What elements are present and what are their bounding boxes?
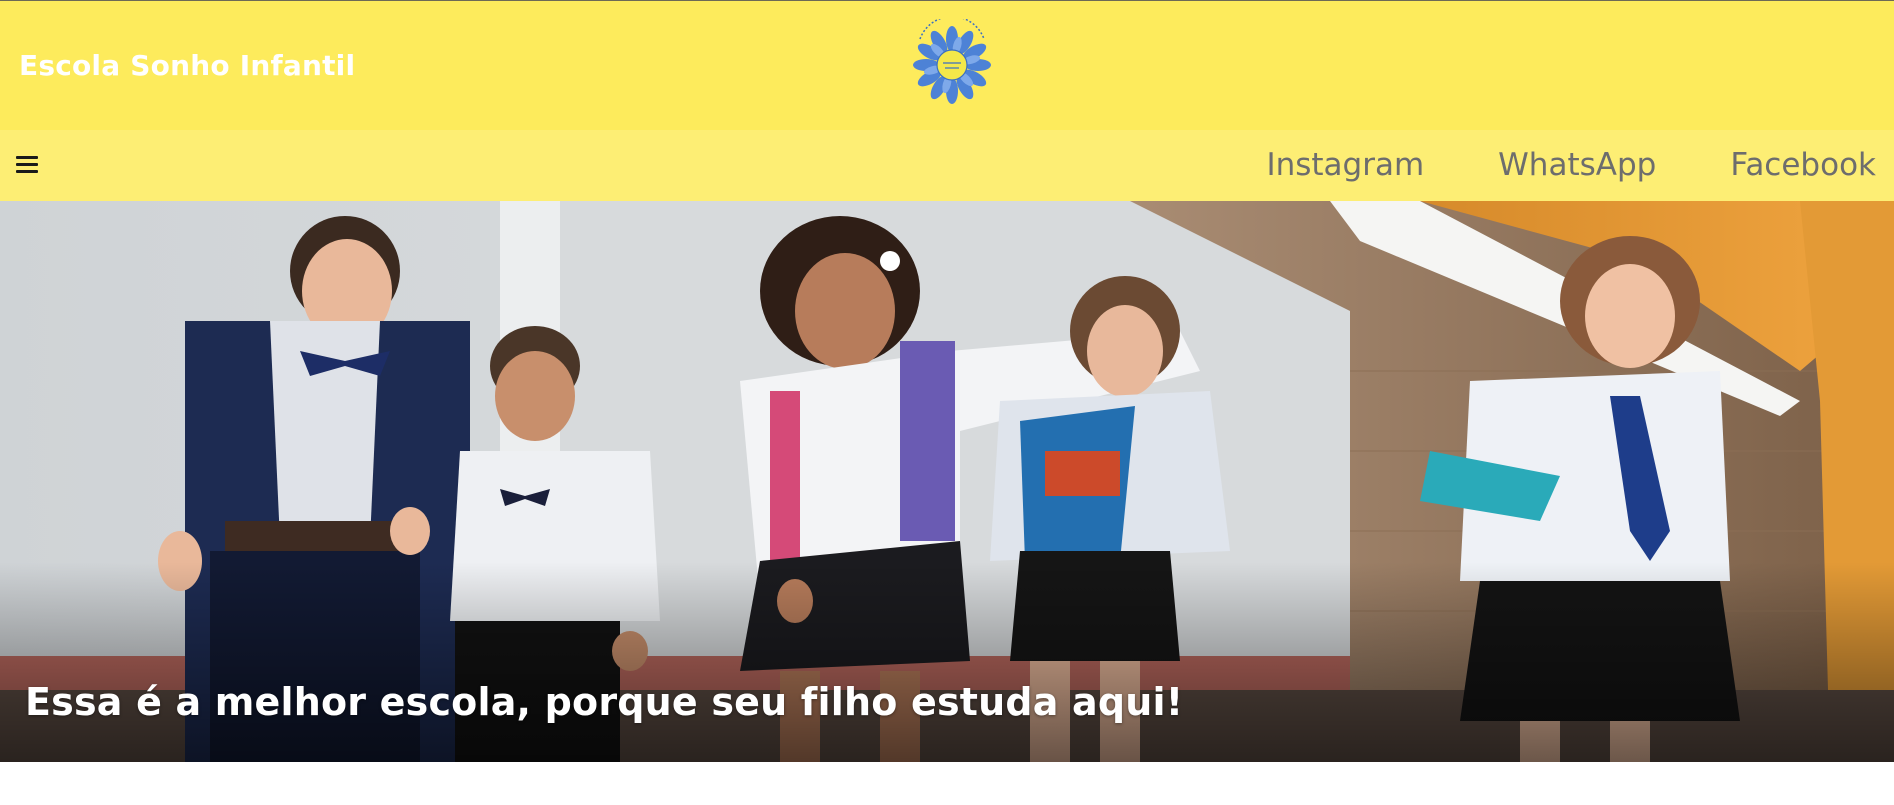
social-links: Instagram WhatsApp Facebook: [1192, 146, 1876, 184]
whatsapp-link[interactable]: WhatsApp: [1498, 146, 1656, 184]
hero-banner: Essa é a melhor escola, porque seu filho…: [0, 201, 1894, 762]
hero-caption: Essa é a melhor escola, porque seu filho…: [25, 680, 1184, 724]
site-header: Escola Sonho Infantil: [0, 1, 1894, 130]
brand-name[interactable]: Escola Sonho Infantil: [19, 49, 355, 82]
sunflower-logo-icon[interactable]: [912, 19, 992, 105]
hero-shade-overlay: [0, 562, 1894, 762]
navbar: Instagram WhatsApp Facebook: [0, 130, 1894, 201]
instagram-link[interactable]: Instagram: [1266, 146, 1424, 184]
facebook-link[interactable]: Facebook: [1730, 146, 1876, 184]
hamburger-menu-icon[interactable]: [14, 154, 40, 176]
